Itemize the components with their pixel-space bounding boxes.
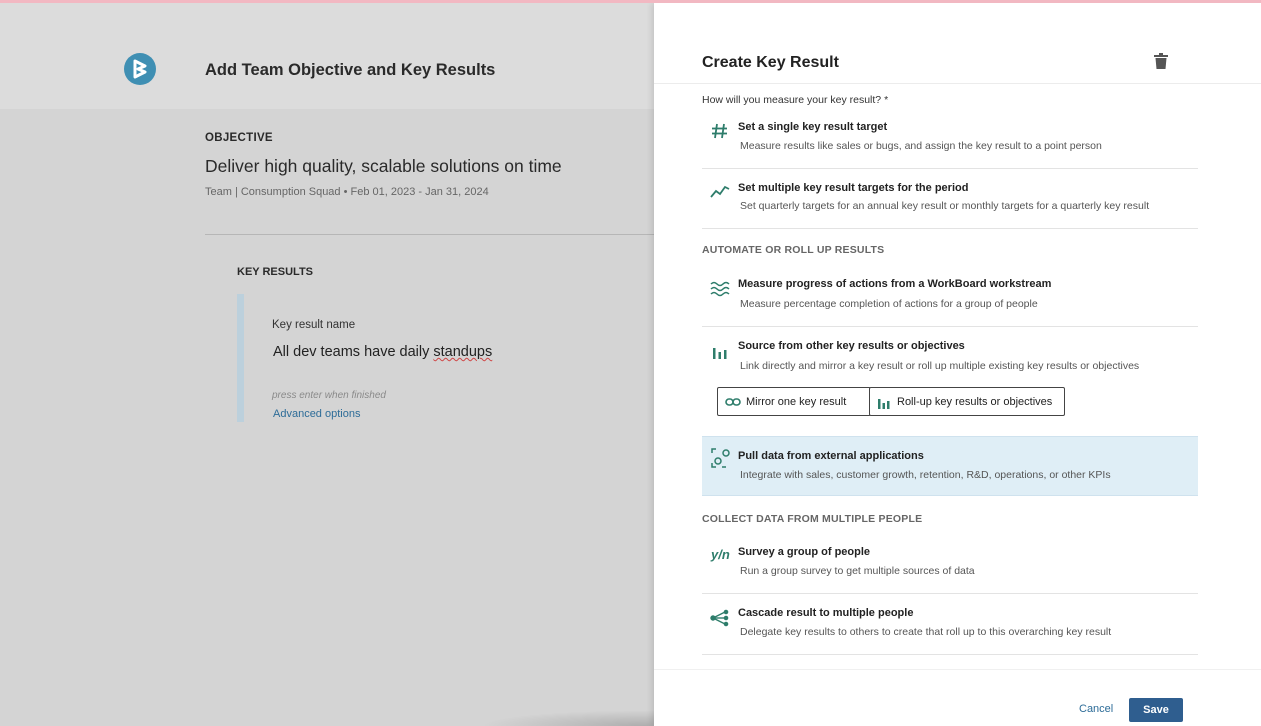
integration-icon bbox=[710, 447, 732, 468]
section-automate-label: AUTOMATE OR ROLL UP RESULTS bbox=[702, 244, 885, 256]
rollup-key-results-button[interactable]: Roll-up key results or objectives bbox=[869, 387, 1065, 416]
option-divider bbox=[702, 326, 1198, 327]
objective-meta: Team | Consumption Squad • Feb 01, 2023 … bbox=[205, 186, 489, 198]
key-result-hint: press enter when finished bbox=[272, 390, 386, 401]
option-divider bbox=[702, 654, 1198, 655]
option-desc: Integrate with sales, customer growth, r… bbox=[740, 469, 1111, 481]
misspelled-word: standups bbox=[433, 344, 493, 360]
option-title: Survey a group of people bbox=[738, 546, 871, 558]
rollup-button-label: Roll-up key results or objectives bbox=[897, 396, 1053, 408]
option-workstream-progress[interactable]: Measure progress of actions from a WorkB… bbox=[702, 273, 1198, 327]
mirror-key-result-button[interactable]: Mirror one key result bbox=[717, 387, 871, 416]
link-icon bbox=[725, 398, 741, 406]
panel-title: Create Key Result bbox=[702, 54, 839, 71]
option-single-target[interactable]: Set a single key result target Measure r… bbox=[702, 115, 1198, 169]
footer-divider bbox=[654, 669, 1261, 670]
hash-icon bbox=[710, 121, 732, 141]
bar-chart-icon bbox=[710, 341, 732, 361]
waves-icon bbox=[710, 279, 732, 299]
save-button[interactable]: Save bbox=[1129, 698, 1183, 722]
key-results-label: KEY RESULTS bbox=[237, 266, 313, 278]
advanced-options-link[interactable]: Advanced options bbox=[273, 408, 360, 420]
option-title: Pull data from external applications bbox=[738, 450, 924, 462]
yn-survey-icon: y/n bbox=[711, 547, 730, 562]
option-title: Set multiple key result targets for the … bbox=[738, 182, 969, 194]
option-title: Source from other key results or objecti… bbox=[738, 340, 965, 352]
bar-chart-icon bbox=[878, 399, 890, 409]
page-title: Add Team Objective and Key Results bbox=[205, 61, 496, 79]
option-cascade-result[interactable]: Cascade result to multiple people Delega… bbox=[702, 602, 1198, 656]
cancel-button[interactable]: Cancel bbox=[1079, 703, 1113, 715]
key-result-name-label: Key result name bbox=[272, 319, 356, 331]
option-multiple-targets[interactable]: Set multiple key result targets for the … bbox=[702, 176, 1198, 230]
section-collect-label: COLLECT DATA FROM MULTIPLE PEOPLE bbox=[702, 513, 923, 525]
option-divider bbox=[702, 228, 1198, 229]
option-divider bbox=[702, 168, 1198, 169]
option-desc: Delegate key results to others to create… bbox=[740, 626, 1112, 638]
option-title: Cascade result to multiple people bbox=[738, 607, 914, 619]
option-desc: Set quarterly targets for an annual key … bbox=[740, 200, 1150, 212]
option-pull-external-data[interactable]: Pull data from external applications Int… bbox=[702, 436, 1198, 496]
option-desc: Measure results like sales or bugs, and … bbox=[740, 140, 1102, 152]
trend-line-icon bbox=[710, 182, 732, 202]
option-title: Measure progress of actions from a WorkB… bbox=[738, 278, 1052, 290]
divider bbox=[205, 234, 654, 235]
objective-label: OBJECTIVE bbox=[205, 132, 273, 144]
panel-header: Create Key Result bbox=[654, 3, 1261, 84]
cascade-icon bbox=[710, 608, 732, 628]
mirror-button-label: Mirror one key result bbox=[746, 396, 847, 408]
objective-title: Deliver high quality, scalable solutions… bbox=[205, 156, 562, 176]
key-result-name-input[interactable]: All dev teams have daily standups bbox=[273, 344, 492, 360]
option-divider bbox=[702, 593, 1198, 594]
option-desc: Link directly and mirror a key result or… bbox=[740, 360, 1140, 372]
app-logo bbox=[124, 53, 156, 85]
option-desc: Run a group survey to get multiple sourc… bbox=[740, 565, 975, 577]
option-source-key-results[interactable]: Source from other key results or objecti… bbox=[702, 336, 1198, 432]
trash-icon[interactable] bbox=[1154, 53, 1168, 69]
key-result-name-text: All dev teams have daily bbox=[273, 344, 434, 360]
page-header: Add Team Objective and Key Results bbox=[0, 3, 654, 109]
top-accent-line bbox=[0, 0, 1261, 3]
key-result-accent-bar bbox=[237, 294, 244, 422]
option-survey-group[interactable]: y/n Survey a group of people Run a group… bbox=[702, 541, 1198, 595]
create-key-result-panel: Create Key Result How will you measure y… bbox=[654, 3, 1261, 726]
option-desc: Measure percentage completion of actions… bbox=[740, 298, 1038, 310]
measure-question: How will you measure your key result? * bbox=[702, 94, 889, 106]
option-title: Set a single key result target bbox=[738, 121, 888, 133]
